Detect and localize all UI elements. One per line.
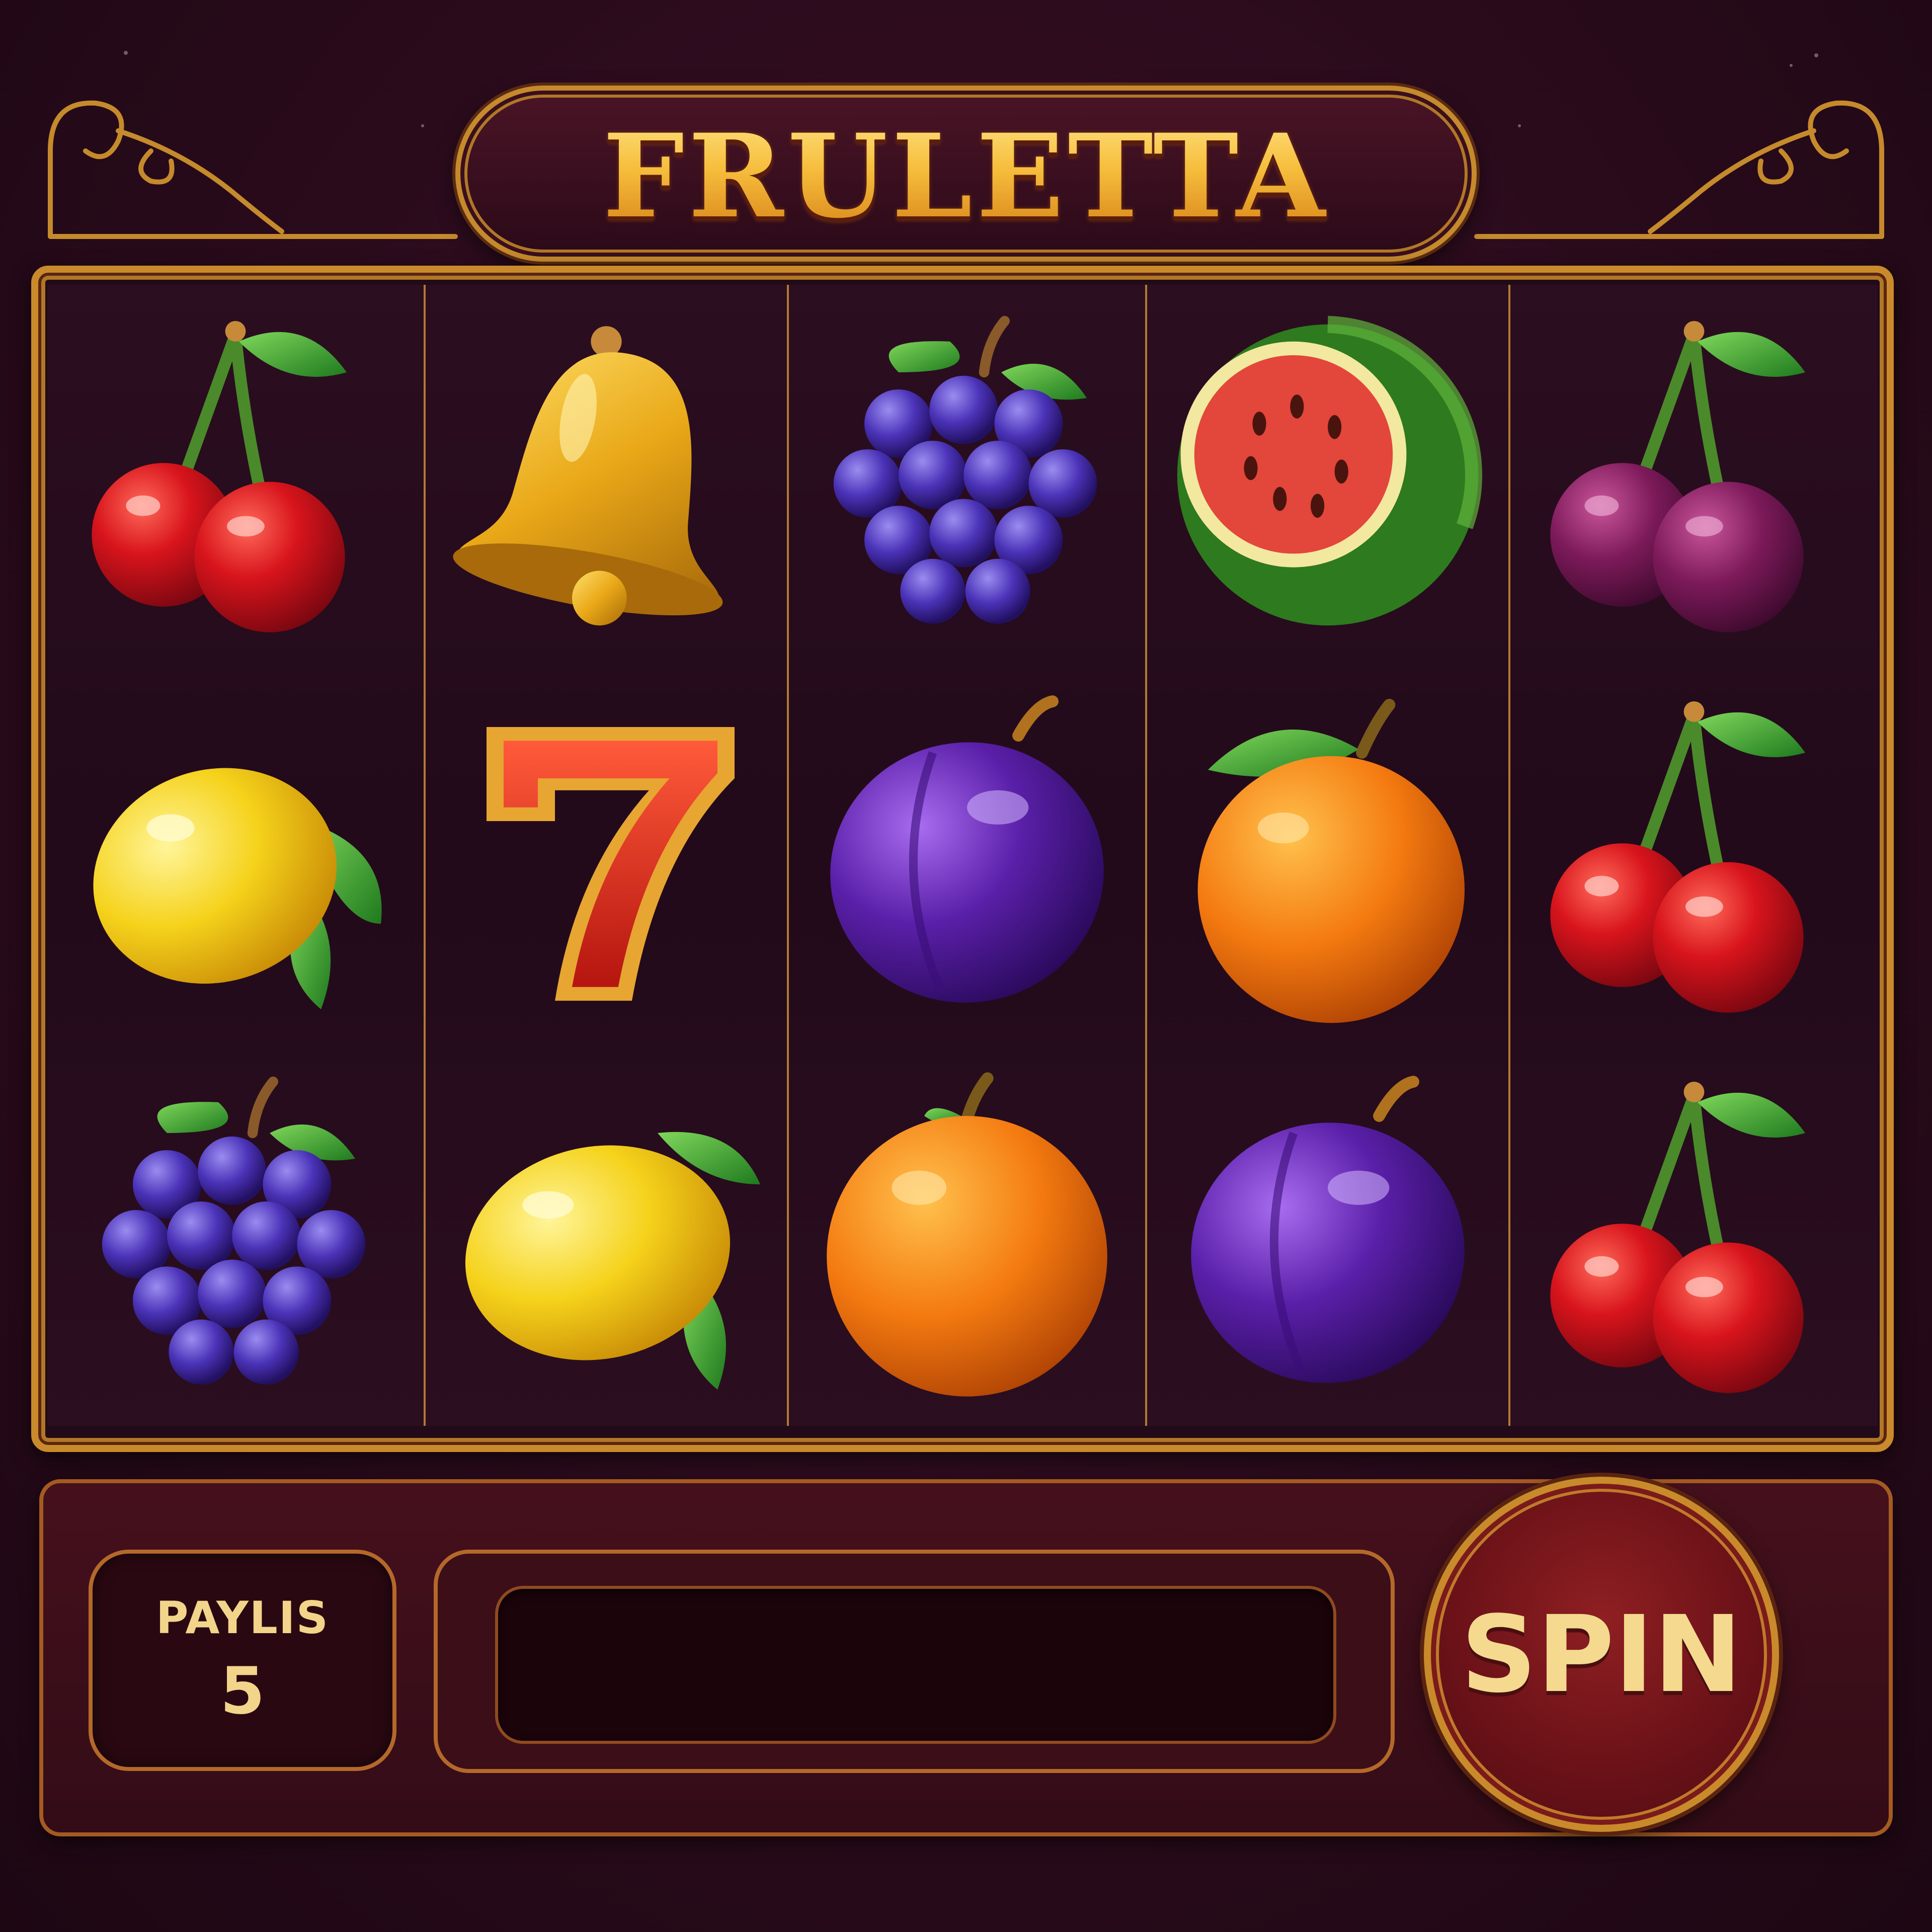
reel-1-row-3 xyxy=(47,1045,424,1426)
reel-1-row-1 xyxy=(47,285,424,665)
paylines-box[interactable]: PAYLIS 5 xyxy=(89,1550,396,1771)
lemon-icon xyxy=(445,1121,760,1390)
reel-1 xyxy=(47,285,424,1426)
cherry-icon xyxy=(1523,684,1865,1026)
reel-2-row-3 xyxy=(426,1045,787,1426)
title-plaque: FRULETTA xyxy=(455,86,1477,262)
paylines-label: PAYLIS xyxy=(155,1592,330,1644)
win-display-screen xyxy=(495,1586,1336,1744)
reel-3-row-2 xyxy=(789,665,1145,1045)
reel-3 xyxy=(787,285,1145,1426)
reel-2-row-2 xyxy=(426,665,787,1045)
reel-5 xyxy=(1508,285,1878,1426)
grapes-icon xyxy=(64,1065,407,1407)
lemon-icon xyxy=(65,737,382,1015)
cherry-icon xyxy=(1523,1065,1865,1407)
spin-button[interactable]: SPIN xyxy=(1424,1477,1779,1832)
cherry-icon xyxy=(64,304,407,646)
plum-icon xyxy=(796,684,1138,1026)
reel-5-row-2 xyxy=(1510,665,1878,1045)
bell-icon xyxy=(448,326,759,630)
plum-cherry-icon xyxy=(1523,304,1865,646)
orange-icon xyxy=(796,1065,1138,1407)
reel-4-row-2 xyxy=(1147,665,1508,1045)
watermelon-icon xyxy=(1157,304,1499,646)
grapes-icon xyxy=(796,304,1138,646)
plum-icon xyxy=(1157,1065,1499,1407)
reel-3-row-3 xyxy=(789,1045,1145,1426)
reel-4 xyxy=(1145,285,1508,1426)
reel-1-row-2 xyxy=(47,665,424,1045)
reel-5-row-1 xyxy=(1510,285,1878,665)
paylines-value: 5 xyxy=(220,1654,265,1729)
reel-3-row-1 xyxy=(789,285,1145,665)
reel-4-row-1 xyxy=(1147,285,1508,665)
reel-4-row-3 xyxy=(1147,1045,1508,1426)
seven-icon xyxy=(487,727,735,1001)
game-title: FRULETTA xyxy=(603,109,1329,244)
spin-label: SPIN xyxy=(1461,1592,1742,1716)
orange-icon xyxy=(1157,684,1499,1026)
reel-2 xyxy=(424,285,787,1426)
reels-grid xyxy=(47,285,1878,1426)
reel-5-row-3 xyxy=(1510,1045,1878,1426)
reel-2-row-1 xyxy=(426,285,787,665)
